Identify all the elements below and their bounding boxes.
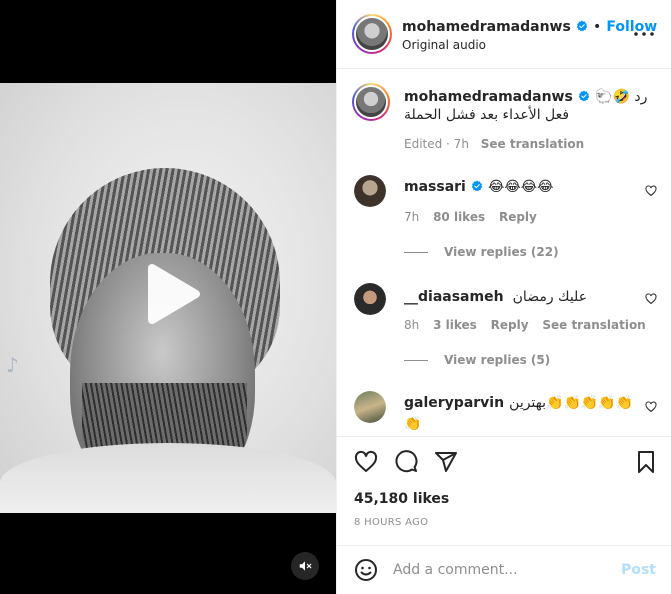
author-avatar[interactable] <box>352 14 392 54</box>
reply-button[interactable]: Reply <box>491 318 529 332</box>
comment-username[interactable]: galeryparvin <box>404 395 504 411</box>
mute-icon <box>299 561 312 571</box>
verified-badge-icon <box>471 180 483 192</box>
comment-likes[interactable]: 80 likes <box>433 210 485 224</box>
heart-icon[interactable] <box>354 450 378 474</box>
replies-line <box>404 360 428 361</box>
header-title-row: mohamedramadanws • Follow <box>402 16 657 35</box>
comment-meta: 7h 80 likes Reply <box>404 210 537 224</box>
video-shirt-shape <box>0 443 336 513</box>
verified-badge-icon <box>576 20 588 32</box>
original-audio-link[interactable]: Original audio <box>402 38 486 52</box>
comments-list[interactable]: mohamedramadanws رد 🤣🐑 فعل الأعداء بعد ف… <box>337 70 671 435</box>
caption-text-line1: رد 🤣🐑 <box>595 89 648 105</box>
author-username[interactable]: mohamedramadanws <box>402 19 571 35</box>
header-separator: • <box>593 19 602 35</box>
share-icon[interactable] <box>434 450 458 474</box>
comment-input[interactable] <box>393 560 603 580</box>
caption-username[interactable]: mohamedramadanws <box>404 89 573 105</box>
comment-meta: 8h 3 likes Reply See translation <box>404 318 646 332</box>
caption-avatar[interactable] <box>352 83 390 121</box>
post-button[interactable]: Post <box>621 562 656 578</box>
comment-avatar[interactable] <box>354 391 386 423</box>
verified-badge-icon <box>578 90 590 102</box>
comment-age: 8h <box>404 318 420 332</box>
comment-see-translation[interactable]: See translation <box>542 318 645 332</box>
caption-text-line2: فعل الأعداء بعد فشل الحملة <box>404 107 570 123</box>
caption-edited: Edited · 7h <box>404 137 469 151</box>
comment-body: __diaasameh عليك رمضان <box>404 286 587 305</box>
comment-text: 😂😂😂😂 <box>488 179 554 195</box>
video-panel[interactable]: ♪ <box>0 0 336 594</box>
comment-avatar[interactable] <box>354 175 386 207</box>
caption-meta: Edited · 7h See translation <box>404 137 654 151</box>
view-replies-label: View replies (5) <box>444 353 551 367</box>
comment-text: عليك رمضان <box>512 289 588 305</box>
likes-count[interactable]: 45,180 likes <box>354 491 449 507</box>
more-icon[interactable] <box>632 24 656 44</box>
replies-line <box>404 252 428 253</box>
caption-see-translation[interactable]: See translation <box>481 137 584 151</box>
comment-age: 7h <box>404 210 420 224</box>
comment-body: galeryparvin بهترین👏👏👏👏👏👏 <box>404 392 634 434</box>
comment-username[interactable]: __diaasameh <box>404 289 504 305</box>
bookmark-icon[interactable] <box>634 450 658 474</box>
heart-icon[interactable] <box>645 185 657 197</box>
post-timestamp[interactable]: 8 HOURS AGO <box>354 517 428 528</box>
heart-icon[interactable] <box>645 401 657 413</box>
comment-likes[interactable]: 3 likes <box>433 318 477 332</box>
comment-icon[interactable] <box>394 450 418 474</box>
post-actions: 45,180 likes 8 HOURS AGO <box>337 436 671 544</box>
emoji-icon[interactable] <box>354 558 378 582</box>
play-icon[interactable] <box>138 262 202 326</box>
post-details-panel: mohamedramadanws • Follow Original audio… <box>336 0 671 594</box>
tiktok-watermark-icon: ♪ <box>6 353 19 377</box>
comment-username[interactable]: massari <box>404 179 466 195</box>
mute-button[interactable] <box>291 552 319 580</box>
view-replies-button[interactable]: View replies (5) <box>404 353 550 367</box>
view-replies-label: View replies (22) <box>444 245 559 259</box>
caption-block: mohamedramadanws رد 🤣🐑 فعل الأعداء بعد ف… <box>404 86 654 151</box>
reply-button[interactable]: Reply <box>499 210 537 224</box>
add-comment-bar: Post <box>337 545 671 594</box>
view-replies-button[interactable]: View replies (22) <box>404 245 559 259</box>
comment-body: massari 😂😂😂😂 <box>404 176 553 195</box>
heart-icon[interactable] <box>645 293 657 305</box>
post-header: mohamedramadanws • Follow Original audio <box>337 0 671 69</box>
comment-avatar[interactable] <box>354 283 386 315</box>
